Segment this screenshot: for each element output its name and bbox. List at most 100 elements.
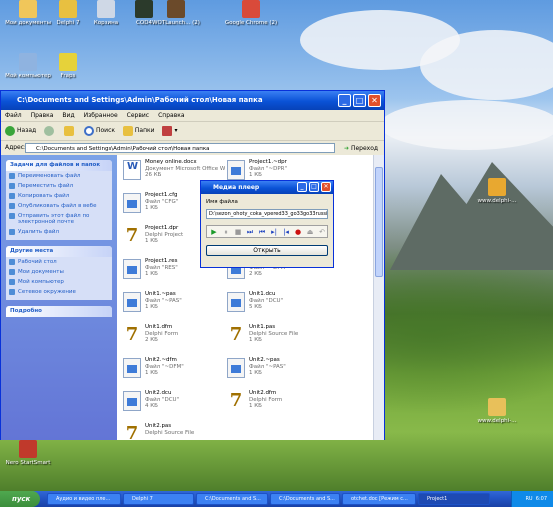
- task-link[interactable]: Копировать файл: [6, 191, 112, 201]
- task-link[interactable]: Переместить файл: [6, 181, 112, 191]
- desktop-icon-delphi-site-1[interactable]: www.delphi-...: [469, 178, 525, 205]
- task-link[interactable]: Мои документы: [6, 267, 112, 277]
- prev-button[interactable]: ⏮: [257, 227, 267, 237]
- file-item[interactable]: 7 Unit1.dfm Delphi Form 2 КБ: [123, 324, 223, 350]
- file-size: 1 КБ: [145, 304, 158, 310]
- stop-button[interactable]: ■: [233, 227, 243, 237]
- desktop-icon-fraps[interactable]: Fraps: [40, 53, 96, 80]
- menu-item-0[interactable]: Файл: [5, 112, 22, 119]
- media-close-button[interactable]: ✕: [321, 182, 331, 192]
- file-item[interactable]: 7 Unit2.dfm Delphi Form 1 КБ: [227, 390, 327, 416]
- play-button[interactable]: ▶: [209, 227, 219, 237]
- explorer-title: C:\Documents and Settings\Admin\Рабочий …: [17, 96, 263, 104]
- word-document-icon: [123, 160, 141, 180]
- language-indicator[interactable]: RU: [525, 496, 532, 502]
- step-forward-button[interactable]: ▸|: [269, 227, 279, 237]
- file-icon: [123, 358, 141, 378]
- menu-item-1[interactable]: Правка: [31, 112, 54, 119]
- explorer-titlebar[interactable]: C:\Documents and Settings\Admin\Рабочий …: [1, 91, 384, 110]
- task-panel-header[interactable]: Подробно: [6, 306, 112, 317]
- taskbar-button[interactable]: Аудио и видео пле...: [47, 493, 121, 505]
- file-icon: [123, 259, 141, 279]
- file-size: 1 КБ: [145, 370, 158, 376]
- address-bar: Адрес: C:\Documents and Settings\Admin\Р…: [1, 141, 384, 156]
- clock: 6:07: [535, 496, 547, 502]
- file-icon: [227, 358, 245, 378]
- media-titlebar[interactable]: Медиа плеер _ □ ✕: [201, 181, 333, 194]
- forward-arrow-icon: [44, 125, 55, 136]
- up-button[interactable]: [64, 122, 76, 140]
- maximize-button[interactable]: □: [353, 94, 366, 107]
- task-link[interactable]: Опубликовать файл в вебе: [6, 201, 112, 211]
- file-size: 2 КБ: [249, 271, 262, 277]
- taskbar-button[interactable]: Project1: [418, 493, 490, 505]
- menu-item-5[interactable]: Справка: [158, 112, 184, 119]
- search-button[interactable]: Поиск: [83, 122, 115, 140]
- delphi-file-icon: 7: [229, 390, 243, 411]
- task-link[interactable]: Рабочий стол: [6, 257, 112, 267]
- desktop-icon-delphi-site-2[interactable]: www.delphi-...: [469, 398, 525, 425]
- vertical-scrollbar[interactable]: [373, 155, 384, 440]
- cloud: [380, 100, 553, 150]
- taskbar-button[interactable]: Delphi 7: [123, 493, 194, 505]
- delphi-file-icon: 7: [125, 225, 139, 246]
- desktop-icon-label: Nero StartSmart: [5, 460, 51, 466]
- task-panel: Задачи для файлов и папок Переименовать ф…: [6, 160, 112, 240]
- media-minimize-button[interactable]: _: [297, 182, 307, 192]
- cloud: [420, 30, 553, 100]
- eject-button[interactable]: ⏏: [305, 227, 315, 237]
- close-button[interactable]: ✕: [368, 94, 381, 107]
- media-player-window: Медиа плеер _ □ ✕ Имя файла D:\sezon_oho…: [200, 180, 334, 268]
- file-item[interactable]: Unit2.~dfm Файл "~DFM" 1 КБ: [123, 357, 223, 383]
- delphi-site-1-icon: [488, 178, 506, 196]
- task-link[interactable]: Удалить файл: [6, 227, 112, 237]
- pause-button[interactable]: ⏸: [221, 227, 231, 237]
- file-item[interactable]: Unit1.~pas Файл "~PAS" 1 КБ: [123, 291, 223, 317]
- open-button[interactable]: Открыть: [206, 245, 328, 256]
- file-icon: [227, 160, 245, 180]
- taskbar-button[interactable]: otchet.doc [Режим с...: [342, 493, 416, 505]
- folders-icon: [122, 125, 133, 136]
- back-button[interactable]: ↶: [317, 227, 327, 237]
- next-button[interactable]: ⏭: [245, 227, 255, 237]
- folders-button[interactable]: Папки: [122, 122, 155, 140]
- file-item[interactable]: Unit1.dcu Файл "DCU" 5 КБ: [227, 291, 327, 317]
- media-title: Медиа плеер: [213, 184, 260, 191]
- minimize-button[interactable]: _: [338, 94, 351, 107]
- views-button[interactable]: ▾: [162, 122, 178, 140]
- media-controls: ▶ ⏸ ■ ⏭ ⏮ ▸| |◂ ● ⏏ ↶: [206, 225, 328, 238]
- menu-item-3[interactable]: Избранное: [84, 112, 118, 119]
- system-tray: RU 6:07: [511, 491, 553, 507]
- address-input[interactable]: C:\Documents and Settings\Admin\Рабочий …: [25, 143, 335, 153]
- file-size: 4 КБ: [145, 403, 158, 409]
- file-item[interactable]: 7 Unit1.pas Delphi Source File 1 КБ: [227, 324, 327, 350]
- task-link[interactable]: Сетевое окружение: [6, 287, 112, 297]
- media-maximize-button[interactable]: □: [309, 182, 319, 192]
- desktop-icon-label: WOTLaunch... (2): [152, 20, 200, 26]
- task-panel-header[interactable]: Другие места: [6, 246, 112, 257]
- scrollbar-thumb[interactable]: [375, 167, 383, 277]
- desktop-icon-chrome[interactable]: Google Chrome (2): [223, 0, 279, 27]
- task-link[interactable]: Мой компьютер: [6, 277, 112, 287]
- file-name-field[interactable]: D:\sezon_ohoty_coka_vpered33_go33go33rus…: [206, 209, 328, 219]
- task-link[interactable]: Переименовать файл: [6, 171, 112, 181]
- delphi-file-icon: 7: [125, 324, 139, 345]
- task-panel-header[interactable]: Задачи для файлов и папок: [6, 160, 112, 171]
- taskbar-button[interactable]: C:\Documents and S...: [196, 493, 268, 505]
- menu-item-4[interactable]: Сервис: [127, 112, 149, 119]
- menu-item-2[interactable]: Вид: [62, 112, 74, 119]
- file-item[interactable]: Unit2.~pas Файл "~PAS" 1 КБ: [227, 357, 327, 383]
- file-item[interactable]: 7 Unit2.pas Delphi Source File: [123, 423, 223, 440]
- delphi-file-icon: 7: [125, 423, 139, 441]
- file-item[interactable]: Unit2.dcu Файл "DCU" 4 КБ: [123, 390, 223, 416]
- record-button[interactable]: ●: [293, 227, 303, 237]
- desktop-icon-wotlaunch[interactable]: WOTLaunch... (2): [148, 0, 204, 27]
- back-button[interactable]: Назад: [5, 122, 36, 140]
- start-button[interactable]: пуск: [0, 491, 40, 507]
- forward-button[interactable]: [44, 122, 56, 140]
- go-button[interactable]: ➜ Переход: [344, 142, 378, 156]
- taskbar-button[interactable]: C:\Documents and S...: [270, 493, 340, 505]
- task-link[interactable]: Отправить этот файл по электронной почте: [6, 211, 112, 227]
- step-back-button[interactable]: |◂: [281, 227, 291, 237]
- desktop-icon-nero[interactable]: Nero StartSmart: [0, 440, 56, 467]
